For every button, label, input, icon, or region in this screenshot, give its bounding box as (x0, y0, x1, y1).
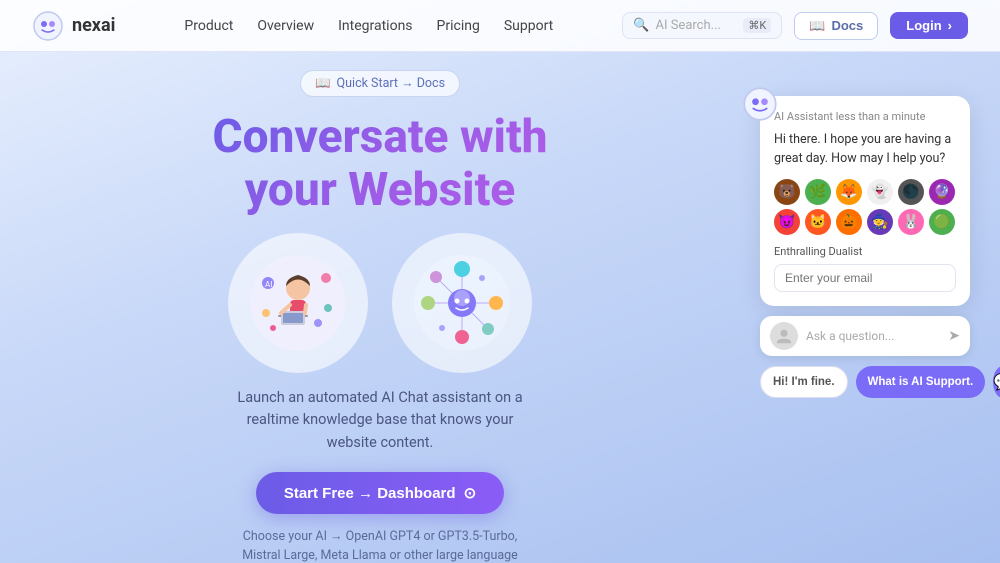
chat-message: Hi there. I hope you are having a great … (774, 131, 956, 169)
hero-title-line2: your Website (245, 163, 516, 217)
what-is-support-button[interactable]: What is AI Support. (856, 366, 986, 398)
send-icon[interactable]: ➤ (948, 328, 960, 344)
quickstart-badge[interactable]: 📖 Quick Start → Docs (300, 70, 460, 97)
hero-title-line1: Conversate with (212, 110, 547, 164)
avatar-9[interactable]: 🎃 (836, 209, 862, 235)
chat-card: AI Assistant less than a minute Hi there… (760, 96, 970, 306)
avatar-8[interactable]: 🐱 (805, 209, 831, 235)
avatar-11[interactable]: 🐰 (898, 209, 924, 235)
avatar-2[interactable]: 🌿 (805, 179, 831, 205)
logo-text: nexai (72, 15, 115, 36)
main-nav: Product Overview Integrations Pricing Su… (184, 18, 553, 34)
search-shortcut: ⌘K (743, 18, 771, 33)
nav-product[interactable]: Product (184, 18, 233, 34)
hero-subtitle: Launch an automated AI Chat assistant on… (220, 387, 540, 454)
avatar-6[interactable]: 🔮 (929, 179, 955, 205)
docs-button[interactable]: 📖 Docs (794, 12, 878, 40)
cta-label: Start Free → Dashboard (284, 485, 456, 502)
navbar: nexai Product Overview Integrations Pric… (0, 0, 1000, 52)
ask-placeholder[interactable]: Ask a question... (806, 329, 940, 343)
avatar-1[interactable]: 🐻 (774, 179, 800, 205)
arrow-icon: › (948, 18, 952, 33)
book-small-icon: 📖 (315, 76, 331, 91)
logo-area: nexai (32, 10, 115, 42)
chat-panel: AI Assistant less than a minute Hi there… (760, 52, 1000, 563)
chat-email-input[interactable] (774, 264, 956, 292)
book-icon: 📖 (809, 18, 825, 34)
hero-section: 📖 Quick Start → Docs Conversate with you… (0, 52, 760, 563)
search-bar[interactable]: 🔍 AI Search... ⌘K (622, 12, 782, 39)
login-label: Login (906, 18, 941, 33)
nav-pricing[interactable]: Pricing (437, 18, 480, 34)
avatar-3[interactable]: 🦊 (836, 179, 862, 205)
avatar-4[interactable]: 👻 (867, 179, 893, 205)
illustration-girl: AI (228, 233, 368, 373)
navbar-right: 🔍 AI Search... ⌘K 📖 Docs Login › (622, 12, 968, 40)
main-content: 📖 Quick Start → Docs Conversate with you… (0, 52, 1000, 563)
chat-name-label: Enthralling Dualist (774, 245, 956, 258)
search-placeholder-text: AI Search... (655, 18, 720, 33)
search-icon: 🔍 (633, 18, 649, 33)
avatar-5[interactable]: 🌑 (898, 179, 924, 205)
chat-ask-bubble: Ask a question... ➤ (760, 316, 970, 356)
nav-support[interactable]: Support (504, 18, 553, 34)
hero-title: Conversate with your Website (212, 111, 547, 217)
docs-label: Docs (831, 18, 863, 33)
cta-button[interactable]: Start Free → Dashboard ⊙ (256, 472, 504, 514)
avatar-7[interactable]: 😈 (774, 209, 800, 235)
chat-header-text: AI Assistant less than a minute (774, 110, 956, 123)
avatar-12[interactable]: 🟢 (929, 209, 955, 235)
ai-models-note: Choose your AI → OpenAI GPT4 or GPT3.5-T… (225, 528, 535, 563)
nav-integrations[interactable]: Integrations (338, 18, 412, 34)
avatar-10[interactable]: 🧙 (867, 209, 893, 235)
hi-fine-button[interactable]: Hi! I'm fine. (760, 366, 848, 398)
cta-arrow-icon: ⊙ (464, 484, 477, 502)
girl-with-laptop-svg: AI (248, 253, 348, 353)
avatar-grid: 🐻 🌿 🦊 👻 🌑 🔮 😈 🐱 🎃 🧙 🐰 🟢 (774, 179, 956, 235)
quickstart-label: Quick Start → Docs (337, 76, 445, 91)
user-avatar (770, 322, 798, 350)
ai-network-svg (412, 253, 512, 353)
nav-overview[interactable]: Overview (257, 18, 314, 34)
chat-bubble-icon[interactable]: 💬 (993, 366, 1000, 398)
chat-icon: 💬 (993, 372, 1000, 391)
login-button[interactable]: Login › (890, 12, 968, 39)
illustration-bot (392, 233, 532, 373)
illustrations-row: AI (228, 233, 532, 373)
logo-icon (32, 10, 64, 42)
svg-text:AI: AI (265, 280, 272, 289)
chat-footer-buttons: Hi! I'm fine. What is AI Support. 💬 (760, 366, 970, 398)
